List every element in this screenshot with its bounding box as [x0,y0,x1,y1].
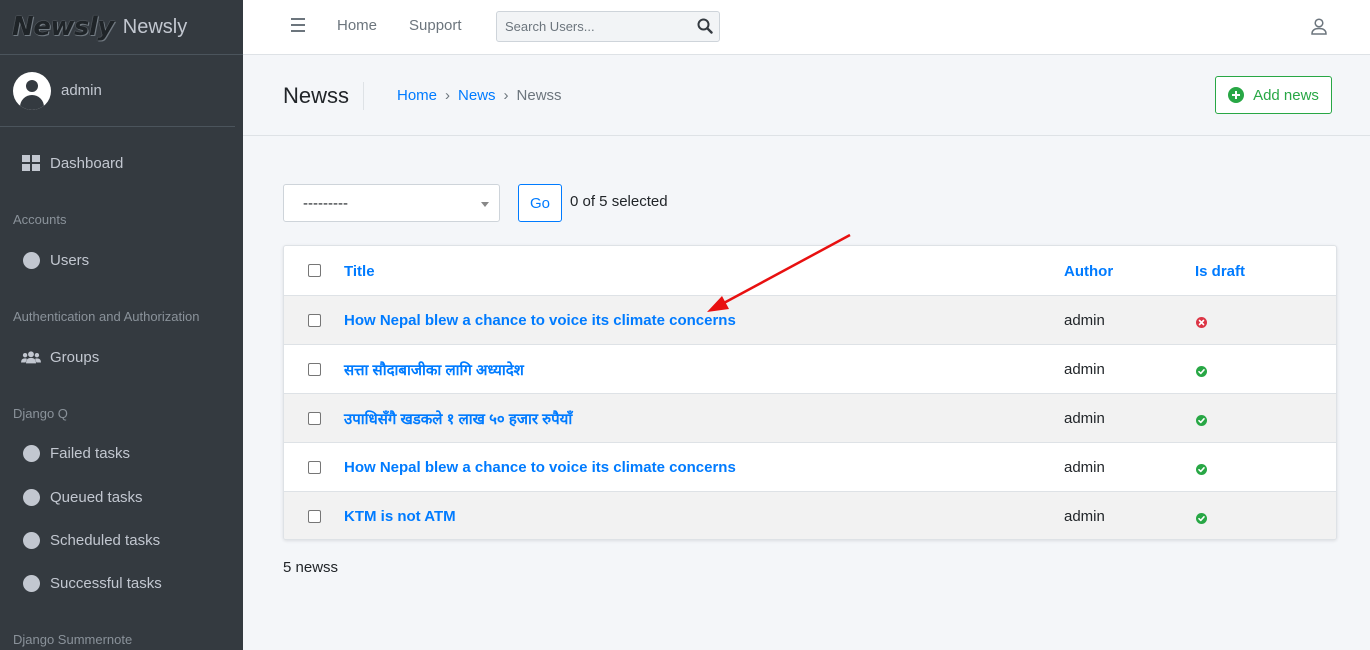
sidebar: Newsly Newsly admin Dashboard Accounts U… [0,0,243,650]
brand-name: Newsly [122,15,188,38]
chevron-down-icon [481,202,489,207]
author-cell: admin [1064,410,1105,427]
table-row: KTM is not ATM admin [284,491,1336,539]
table-row: उपाधिसँगै खडकले १ लाख ५० हजार रुपैयाँ ad… [284,393,1336,442]
breadcrumb-current: Newss [516,87,562,104]
breadcrumb: Home › News › Newss [397,87,562,104]
action-select[interactable]: --------- [283,184,500,222]
sidebar-item-label: Scheduled tasks [50,531,161,549]
sidebar-item-users[interactable]: Users [0,243,243,277]
select-all-checkbox[interactable] [308,264,321,277]
title-divider [363,82,364,110]
sidebar-item-groups[interactable]: Groups [0,340,243,374]
menu-toggle-icon[interactable] [291,18,305,32]
row-checkbox[interactable] [308,510,321,523]
dashboard-icon [21,153,41,173]
sidebar-item-queued-tasks[interactable]: Queued tasks [0,480,243,514]
breadcrumb-separator: › [445,87,451,104]
yes-icon [1196,366,1207,377]
sidebar-item-dashboard[interactable]: Dashboard [0,146,243,180]
plus-circle-icon [1228,87,1245,103]
action-select-value: --------- [303,194,348,212]
row-checkbox[interactable] [308,412,321,425]
circle-icon [21,250,41,270]
sidebar-item-successful-tasks[interactable]: Successful tasks [0,566,243,600]
top-navbar: Home Support [243,0,1370,55]
brand-logo: Newsly [12,12,114,42]
author-cell: admin [1064,312,1105,329]
nav-link-home[interactable]: Home [337,17,377,34]
table-row: How Nepal blew a chance to voice its cli… [284,442,1336,491]
result-list: Title Author Is draft How Nepal blew a c… [283,245,1337,540]
search-form [496,11,720,42]
sidebar-header-auth: Authentication and Authorization [13,309,200,324]
yes-icon [1196,513,1207,524]
users-group-icon [21,347,41,367]
add-news-label: Add news [1253,86,1319,104]
content-header: Newss Home › News › Newss Add news [243,55,1370,136]
table-header: Title Author Is draft [284,246,1336,295]
sidebar-header-summernote: Django Summernote [13,632,133,647]
add-news-button[interactable]: Add news [1215,76,1332,114]
news-title-link[interactable]: उपाधिसँगै खडकले १ लाख ५० हजार रुपैयाँ [344,409,572,429]
sidebar-item-label: Groups [50,348,100,366]
user-panel[interactable]: admin [0,55,235,127]
author-cell: admin [1064,459,1105,476]
brand-link[interactable]: Newsly Newsly [0,0,243,55]
circle-icon [21,530,41,550]
column-header-title[interactable]: Title [344,263,375,280]
sidebar-item-label: Dashboard [50,154,124,172]
sidebar-header-accounts: Accounts [13,212,67,227]
row-checkbox[interactable] [308,461,321,474]
user-name: admin [61,82,102,99]
circle-icon [21,573,41,593]
sidebar-item-label: Successful tasks [50,574,162,592]
author-cell: admin [1064,508,1105,525]
user-icon[interactable] [1311,18,1327,35]
sidebar-item-label: Queued tasks [50,488,143,506]
news-title-link[interactable]: सत्ता सौदाबाजीका लागि अध्यादेश [344,360,524,380]
go-button[interactable]: Go [518,184,562,222]
circle-icon [21,443,41,463]
search-input[interactable] [497,12,682,41]
author-cell: admin [1064,361,1105,378]
sidebar-header-django-q: Django Q [13,406,68,421]
yes-icon [1196,464,1207,475]
nav-link-support[interactable]: Support [409,17,462,34]
page-title: Newss [283,83,350,108]
selected-count: 0 of 5 selected [570,193,668,210]
breadcrumb-home[interactable]: Home [397,87,437,104]
avatar [13,71,51,110]
sidebar-item-failed-tasks[interactable]: Failed tasks [0,436,243,470]
sidebar-item-label: Users [50,251,90,269]
row-checkbox[interactable] [308,363,321,376]
sidebar-item-label: Failed tasks [50,444,131,462]
circle-icon [21,487,41,507]
yes-icon [1196,415,1207,426]
table-row: सत्ता सौदाबाजीका लागि अध्यादेश admin [284,344,1336,393]
news-title-link[interactable]: KTM is not ATM [344,508,456,525]
news-title-link[interactable]: How Nepal blew a chance to voice its cli… [344,459,736,476]
news-title-link[interactable]: How Nepal blew a chance to voice its cli… [344,312,736,329]
breadcrumb-news[interactable]: News [458,87,496,104]
search-icon[interactable] [697,18,713,34]
column-header-author[interactable]: Author [1064,263,1113,280]
result-count: 5 newss [283,559,339,576]
breadcrumb-separator: › [503,87,509,104]
row-checkbox[interactable] [308,314,321,327]
sidebar-item-scheduled-tasks[interactable]: Scheduled tasks [0,523,243,557]
table-row: How Nepal blew a chance to voice its cli… [284,295,1336,344]
no-icon [1196,317,1207,328]
column-header-is-draft[interactable]: Is draft [1195,263,1245,280]
